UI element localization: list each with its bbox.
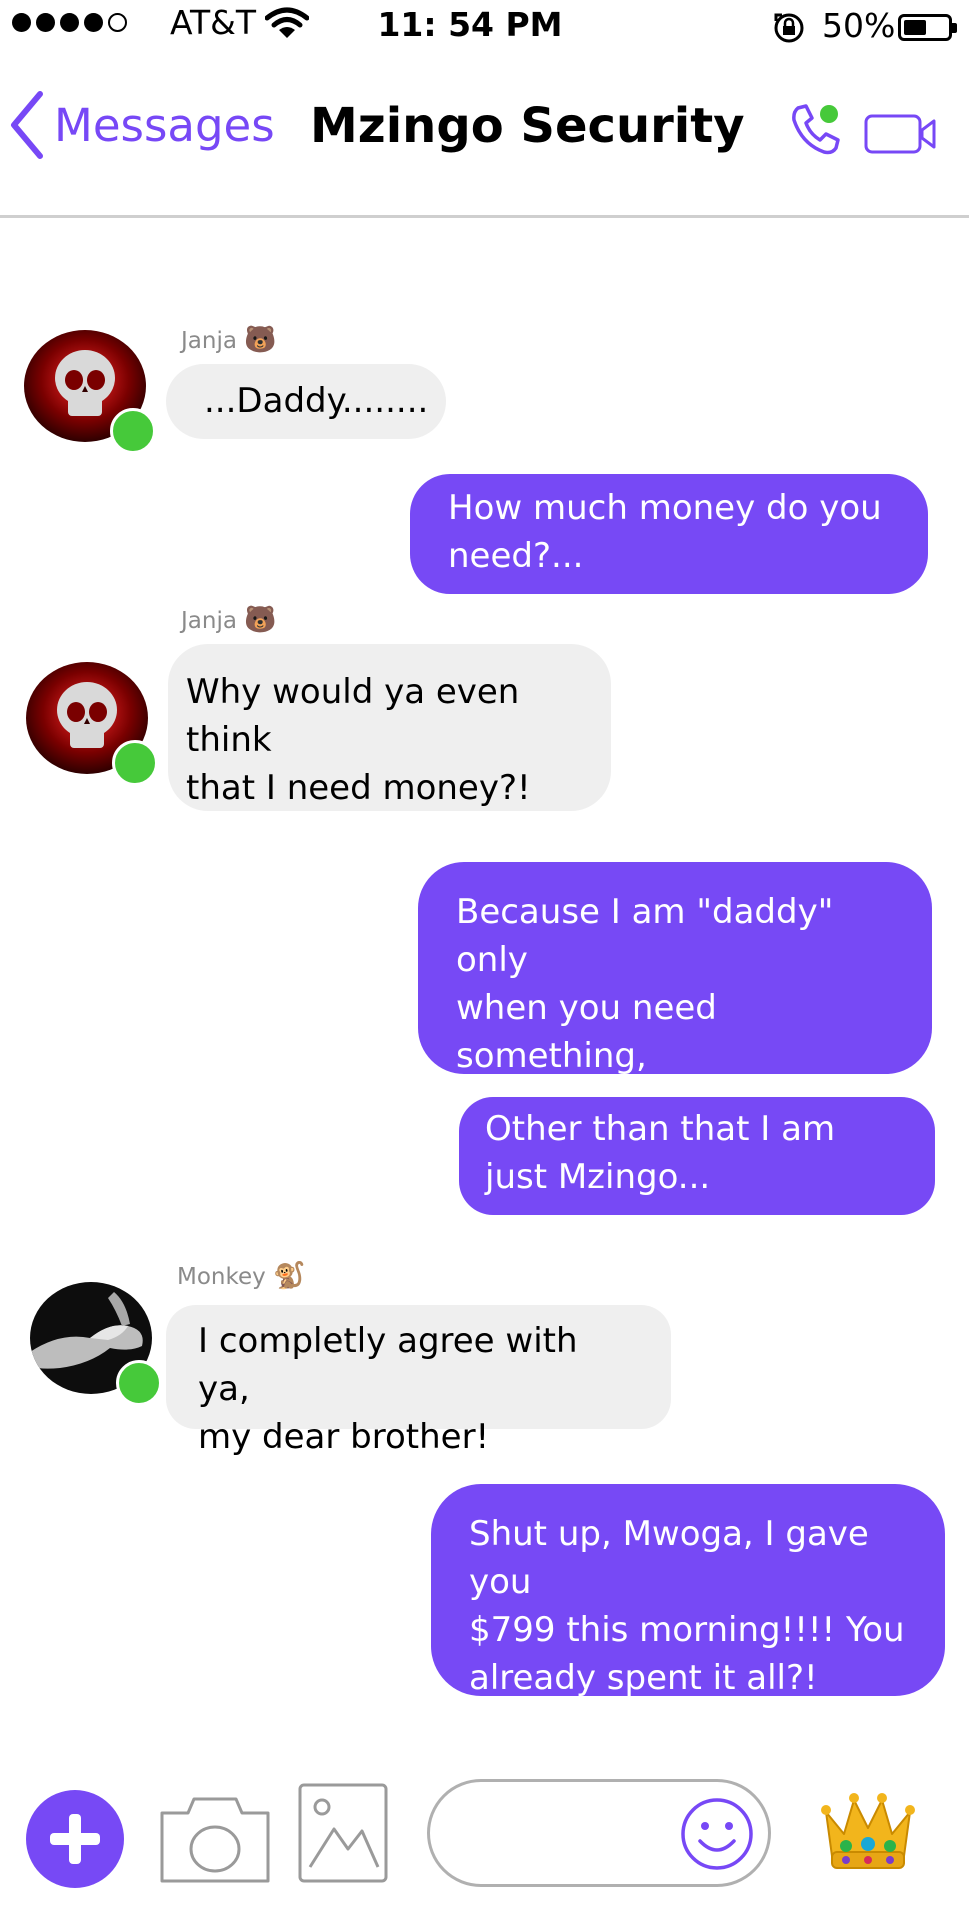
message-bubble-incoming[interactable]: ...Daddy........ (166, 364, 446, 439)
gallery-icon[interactable] (298, 1783, 388, 1883)
smiley-icon[interactable] (680, 1797, 754, 1871)
message-bubble-outgoing[interactable]: How much money do you need?... (410, 474, 928, 594)
rotation-lock-icon (774, 13, 804, 43)
video-call-icon[interactable] (864, 112, 938, 156)
status-bar: AT&T 11: 54 PM 50% (0, 0, 969, 52)
message-bubble-outgoing[interactable]: Shut up, Mwoga, I gave you $799 this mor… (431, 1484, 945, 1698)
message-bubble-incoming[interactable]: Why would ya even think that I need mone… (168, 644, 611, 811)
camera-icon[interactable] (158, 1795, 272, 1885)
crown-icon[interactable] (820, 1790, 916, 1874)
battery-icon (898, 14, 957, 41)
avatar[interactable] (30, 1282, 162, 1406)
avatar[interactable] (24, 330, 156, 454)
back-label: Messages (54, 98, 275, 152)
online-status-dot (116, 1360, 162, 1406)
online-status-dot (110, 408, 156, 454)
message-bubble-incoming[interactable]: I completly agree with ya, my dear broth… (166, 1305, 671, 1457)
conversation-header: Messages Mzingo Security (0, 60, 969, 218)
message-bubble-outgoing[interactable]: Other than that I am just Mzingo... (459, 1097, 935, 1215)
plus-icon[interactable] (26, 1790, 124, 1888)
battery-percentage: 50% (822, 6, 896, 45)
avatar[interactable] (26, 662, 158, 786)
monkey-emoji: 🐒 (273, 1261, 306, 1291)
bear-emoji: 🐻 (244, 325, 277, 355)
online-status-dot (112, 740, 158, 786)
bear-emoji: 🐻 (244, 605, 277, 635)
message-bubble-outgoing[interactable]: Because I am "daddy" only when you need … (418, 862, 932, 1124)
conversation-title: Mzingo Security (310, 98, 745, 154)
back-button[interactable]: Messages (8, 90, 275, 160)
sender-name: Janja 🐻 (181, 605, 277, 635)
sender-name: Janja 🐻 (181, 325, 277, 355)
message-text-field[interactable] (460, 1802, 670, 1866)
phone-call-icon[interactable] (788, 102, 844, 158)
chevron-left-icon (11, 91, 43, 159)
sender-name: Monkey 🐒 (177, 1261, 306, 1291)
